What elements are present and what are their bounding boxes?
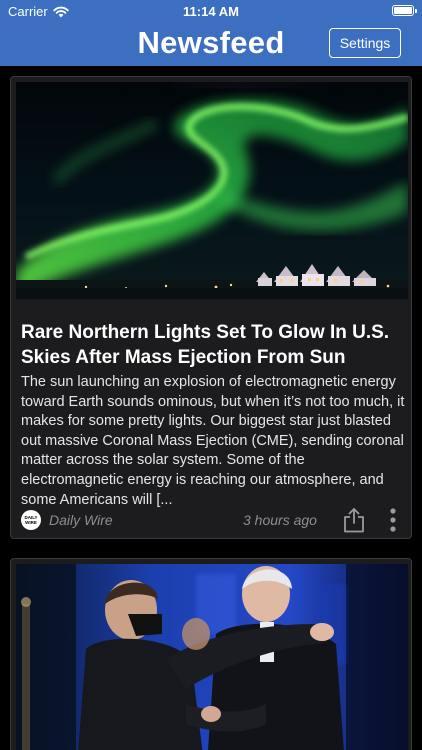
article-title[interactable]: Rare Northern Lights Set To Glow In U.S.… [21,320,406,370]
article-summary[interactable]: The sun launching an explosion of electr… [21,373,406,510]
northern-lights-photo [16,82,408,299]
battery-full-icon [392,5,417,16]
article-timestamp: 3 hours ago [243,512,317,528]
settings-button[interactable]: Settings [329,28,401,58]
news-feed[interactable]: Rare Northern Lights Set To Glow In U.S.… [0,66,422,750]
status-bar: Carrier 11:14 AM [0,0,422,22]
article-card[interactable]: Rare Northern Lights Set To Glow In U.S.… [10,76,412,539]
two-men-embracing-photo [16,564,408,750]
article-image-northern-lights[interactable] [16,82,408,299]
daily-wire-logo: DAILY WIRE [21,510,41,530]
article-source: Daily Wire [49,512,113,528]
article-card[interactable] [10,558,412,750]
more-vertical-icon[interactable] [389,508,397,532]
share-icon[interactable] [343,507,365,533]
article-footer: DAILY WIRE Daily Wire 3 hours ago [21,507,401,533]
article-image-embrace[interactable] [16,564,408,750]
status-time: 11:14 AM [183,4,239,19]
navigation-header: Carrier 11:14 AM Newsfeed Settings [0,0,422,66]
